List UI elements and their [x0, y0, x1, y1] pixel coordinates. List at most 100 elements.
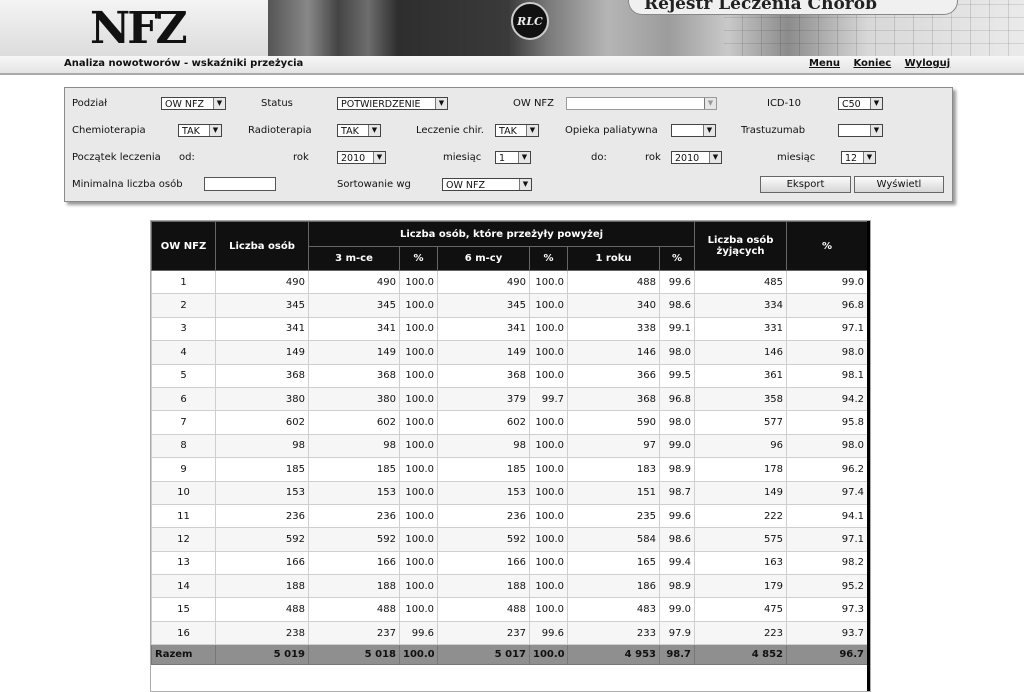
menu-link[interactable]: Menu	[809, 58, 840, 69]
col-header-survived-group: Liczba osób, które przeżyły powyżej	[307, 221, 696, 247]
table-scrollbar[interactable]	[867, 221, 870, 691]
leczenie-chir-label: Leczenie chir.	[416, 125, 484, 136]
miesiac-od-label: miesiąc	[443, 152, 482, 163]
table-cell: 602	[308, 410, 400, 435]
rlc-logo-badge: RLC	[511, 2, 549, 40]
chevron-down-icon: ▼	[709, 152, 721, 163]
table-cell: 16	[151, 620, 216, 646]
table-row: 10 153 153 100.0 153 100.0 151 98.7 149 97.4	[151, 480, 869, 505]
header-banner: NFZ RLC Rejestr Leczenia Chorób	[0, 0, 1024, 57]
page-title: Analiza nowotworów - wskaźniki przeżycia	[64, 58, 304, 69]
table-cell: 236	[215, 503, 309, 529]
table-cell: 100.0	[399, 410, 438, 435]
table-cell: 100.0	[399, 574, 438, 599]
col-header-alive-pct: %	[786, 221, 869, 271]
table-row: 12 592 592 100.0 592 100.0 584 98.6 575 97.1	[151, 527, 869, 552]
table-cell: 166	[215, 550, 309, 576]
table-cell: 4 953	[567, 644, 660, 666]
table-cell: 3	[151, 316, 216, 342]
leczenie-chir-select[interactable]: TAK ▼	[495, 124, 539, 137]
table-cell: 99.0	[658, 597, 696, 622]
table-cell: 488	[437, 597, 530, 622]
podzial-select[interactable]: OW NFZ ▼	[161, 97, 226, 110]
table-row: 3 341 341 100.0 341 100.0 338 99.1 331 97.1	[151, 316, 869, 342]
table-cell: 10	[151, 480, 216, 505]
table-cell: 100.0	[529, 527, 568, 552]
table-body: 1 490 490 100.0 490 100.0 488 99.6 485 99.0 2 345 34…	[151, 269, 869, 666]
table-cell: 100.0	[529, 550, 568, 576]
table-cell: 237	[437, 620, 530, 646]
table-cell: 4 852	[694, 644, 788, 666]
table-cell: 98.0	[658, 410, 696, 435]
table-cell: 488	[308, 597, 400, 622]
table-cell: 97.1	[786, 527, 869, 552]
eksport-button[interactable]: Eksport	[760, 176, 851, 193]
miesiac-do-select[interactable]: 12 ▼	[841, 151, 876, 164]
table-cell: 98.9	[658, 457, 696, 482]
rok-od-select[interactable]: 2010 ▼	[337, 151, 386, 164]
wyswietl-button[interactable]: Wyświetl	[854, 176, 944, 193]
table-cell: 163	[694, 550, 788, 576]
table-cell: 100.0	[399, 480, 438, 505]
ownfz-select[interactable]: ▼	[566, 97, 717, 110]
table-cell: 94.2	[786, 386, 869, 412]
table-cell: 577	[694, 410, 788, 435]
table-cell: 153	[308, 480, 400, 505]
table-cell: 100.0	[529, 316, 568, 342]
minimalna-liczba-input[interactable]	[204, 177, 276, 191]
opieka-paliatywna-select[interactable]: ▼	[671, 124, 716, 137]
table-row: 15 488 488 100.0 488 100.0 483 99.0 475 97.3	[151, 597, 869, 622]
ownfz-label: OW NFZ	[513, 98, 555, 109]
table-cell: 98.6	[658, 293, 696, 318]
table-cell: 235	[567, 503, 660, 529]
table-cell: 165	[567, 550, 660, 576]
radioterapia-select[interactable]: TAK ▼	[337, 124, 381, 137]
filter-panel: Podział OW NFZ ▼ Status POTWIERDZENIE ▼ OW…	[64, 87, 953, 202]
title-bar: Analiza nowotworów - wskaźniki przeżycia…	[0, 56, 1024, 75]
table-cell: 96.8	[658, 386, 696, 412]
table-cell: 97.4	[786, 480, 869, 505]
miesiac-od-select[interactable]: 1 ▼	[495, 151, 531, 164]
table-total-row: Razem 5 019 5 018 100.0 5 017 100.0 4 953 98.7 4…	[151, 644, 869, 666]
table-row: 7 602 602 100.0 602 100.0 590 98.0 577 95.8	[151, 410, 869, 435]
table-cell: 368	[308, 363, 400, 388]
table-cell: 153	[215, 480, 309, 505]
table-cell: 185	[437, 457, 530, 482]
table-cell: 99.5	[658, 363, 696, 388]
table-cell: 188	[215, 574, 309, 599]
status-select[interactable]: POTWIERDZENIE ▼	[337, 97, 448, 110]
icd10-select[interactable]: C50 ▼	[838, 97, 883, 110]
status-label: Status	[261, 98, 293, 109]
table-cell: 100.0	[529, 457, 568, 482]
wyloguj-link[interactable]: Wyloguj	[905, 58, 951, 69]
table-cell: 380	[215, 386, 309, 412]
table-row: 6 380 380 100.0 379 99.7 368 96.8 358 94.2	[151, 386, 869, 412]
table-cell: 97.9	[658, 620, 696, 646]
table-cell: 358	[694, 386, 788, 412]
table-cell: 100.0	[529, 340, 568, 365]
trastuzumab-label: Trastuzumab	[741, 125, 806, 136]
col-header-3m-pct: %	[399, 246, 438, 271]
table-cell: 99.6	[529, 620, 568, 646]
koniec-link[interactable]: Koniec	[853, 58, 891, 69]
table-cell: 334	[694, 293, 788, 318]
chevron-down-icon: ▼	[435, 98, 447, 109]
table-cell: 100.0	[399, 433, 438, 459]
table-cell: 94.1	[786, 503, 869, 529]
table-row: 14 188 188 100.0 188 100.0 186 98.9 179 95.2	[151, 574, 869, 599]
table-cell: 368	[437, 363, 530, 388]
table-row: 5 368 368 100.0 368 100.0 366 99.5 361 98.1	[151, 363, 869, 388]
survival-table: OW NFZ Liczba osób Liczba osób, które pr…	[151, 221, 869, 666]
table-row: 8 98 98 100.0 98 100.0 97 99.0 96 98.0	[151, 433, 869, 459]
table-row: 2 345 345 100.0 345 100.0 340 98.6 334 96.8	[151, 293, 869, 318]
table-cell: 361	[694, 363, 788, 388]
trastuzumab-select[interactable]: ▼	[838, 124, 883, 137]
rok-do-select[interactable]: 2010 ▼	[671, 151, 722, 164]
chemioterapia-select[interactable]: TAK ▼	[178, 124, 222, 137]
table-cell: 9	[151, 457, 216, 482]
table-cell: 490	[437, 269, 530, 295]
table-cell: 490	[215, 269, 309, 295]
results-table-container: OW NFZ Liczba osób Liczba osób, które pr…	[150, 220, 871, 692]
sortowanie-select[interactable]: OW NFZ ▼	[442, 178, 532, 191]
table-cell: 1	[151, 269, 216, 295]
